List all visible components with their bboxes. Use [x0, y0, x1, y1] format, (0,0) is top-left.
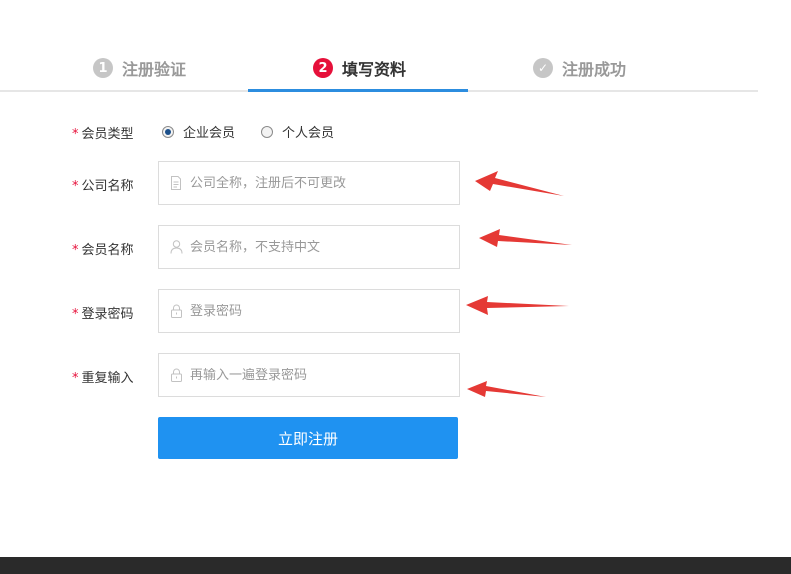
step-verify: 1 注册验证: [93, 57, 186, 79]
register-now-button[interactable]: 立即注册: [158, 417, 458, 459]
required-mark: *: [72, 179, 79, 194]
page-footer: [0, 557, 791, 574]
label-text: 公司名称: [81, 179, 134, 194]
radio-label: 个人会员: [282, 126, 335, 141]
lock-icon: [169, 304, 183, 318]
label-text: 会员名称: [81, 243, 134, 258]
step-progress: 1 注册验证 2 填写资料 ✓ 注册成功: [0, 0, 758, 92]
password-label: * 登录密码: [72, 303, 134, 322]
step-label: 注册成功: [562, 60, 627, 79]
member-name-label: * 会员名称: [72, 239, 134, 258]
step-label: 填写资料: [342, 60, 407, 79]
annotation-arrow-icon: [467, 381, 546, 397]
label-text: 登录密码: [81, 307, 134, 322]
member-name-field: [158, 225, 460, 269]
annotation-arrow-icon: [466, 296, 569, 315]
password-input[interactable]: [190, 303, 450, 319]
member-type-label: * 会员类型: [72, 123, 134, 142]
label-text: 会员类型: [81, 127, 134, 142]
company-name-label: * 公司名称: [72, 175, 134, 194]
radio-label: 企业会员: [183, 126, 236, 141]
registration-page: 1 注册验证 2 填写资料 ✓ 注册成功 * 会员类型 企业会员 个人会员 * 公司…: [0, 0, 791, 574]
step-label: 注册验证: [122, 60, 187, 79]
password-field: [158, 289, 460, 333]
required-mark: *: [72, 243, 79, 258]
radio-individual-member[interactable]: 个人会员: [261, 122, 334, 141]
document-icon: [169, 176, 183, 190]
step-number-badge: 1: [93, 58, 113, 78]
annotation-arrow-icon: [475, 171, 564, 196]
step-number-badge: 2: [313, 58, 333, 78]
company-name-field: [158, 161, 460, 205]
radio-checked-icon: [162, 125, 174, 138]
radio-enterprise-member[interactable]: 企业会员: [162, 122, 235, 141]
radio-unchecked-icon: [261, 125, 274, 138]
required-mark: *: [72, 307, 79, 322]
check-icon: ✓: [533, 58, 553, 78]
password-confirm-input[interactable]: [190, 367, 450, 383]
required-mark: *: [72, 371, 79, 386]
step-fill-info: 2 填写资料: [313, 57, 406, 79]
annotation-arrow-icon: [479, 229, 572, 247]
lock-icon: [169, 368, 183, 382]
label-text: 重复输入: [81, 371, 134, 386]
active-step-indicator: [248, 89, 468, 92]
member-name-input[interactable]: [190, 239, 450, 255]
user-icon: [169, 240, 183, 254]
password-confirm-field: [158, 353, 460, 397]
required-mark: *: [72, 127, 79, 142]
password-confirm-label: * 重复输入: [72, 367, 134, 386]
member-type-radio-group: 企业会员 个人会员: [162, 122, 360, 141]
step-success: ✓ 注册成功: [533, 57, 626, 79]
company-name-input[interactable]: [190, 175, 450, 191]
